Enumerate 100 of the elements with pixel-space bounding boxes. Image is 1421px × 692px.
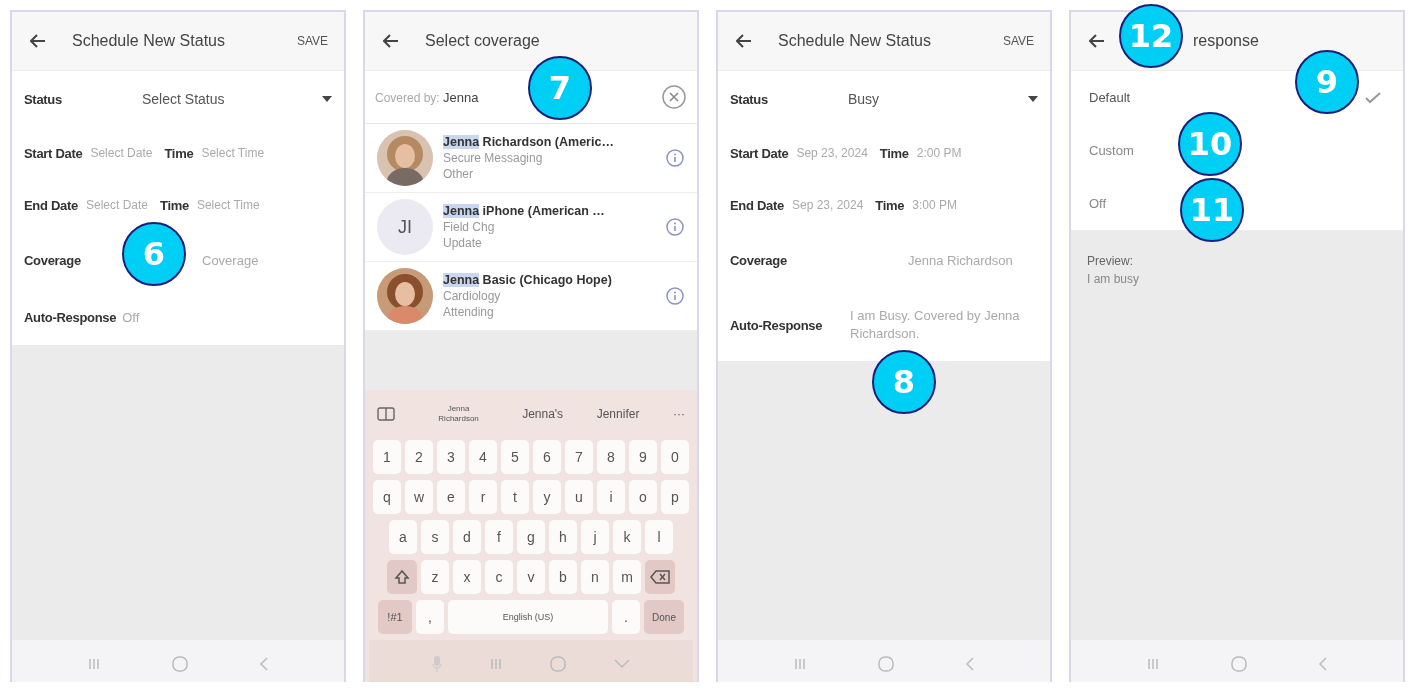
- search-field[interactable]: Covered by: Jenna: [375, 85, 479, 109]
- contact-name: Jenna iPhone (American …: [443, 204, 606, 218]
- recent-apps-icon[interactable]: [488, 657, 503, 671]
- key[interactable]: b: [549, 560, 577, 594]
- back-arrow-icon[interactable]: [383, 34, 399, 48]
- key[interactable]: h: [549, 520, 577, 554]
- key[interactable]: .: [612, 600, 640, 634]
- back-icon[interactable]: [259, 657, 269, 671]
- home-icon[interactable]: [1230, 655, 1248, 673]
- key[interactable]: z: [421, 560, 449, 594]
- contact-row[interactable]: Jenna Basic (Chicago Hope) Cardiology Attending: [365, 262, 697, 331]
- key[interactable]: w: [405, 480, 433, 514]
- key[interactable]: a: [389, 520, 417, 554]
- key[interactable]: i: [597, 480, 625, 514]
- contact-detail: Other: [443, 167, 474, 181]
- contact-detail: Secure Messaging: [443, 151, 544, 165]
- option-label[interactable]: Default: [1089, 90, 1131, 105]
- contact-row[interactable]: Jenna Richardson (Americ… Secure Messaging Other: [365, 124, 697, 193]
- key[interactable]: p: [661, 480, 689, 514]
- key[interactable]: k: [613, 520, 641, 554]
- home-icon[interactable]: [171, 655, 189, 673]
- key[interactable]: t: [501, 480, 529, 514]
- backspace-key[interactable]: [645, 560, 675, 594]
- contact-name: Jenna Richardson (Americ…: [443, 135, 615, 149]
- field-label: Status: [730, 91, 769, 107]
- recent-apps-icon[interactable]: [793, 657, 807, 671]
- field-label: Coverage: [730, 252, 788, 268]
- key[interactable]: v: [517, 560, 545, 594]
- contact-detail: Update: [443, 236, 483, 250]
- key[interactable]: 0: [661, 440, 689, 474]
- key[interactable]: 1: [373, 440, 401, 474]
- shift-key[interactable]: [387, 560, 417, 594]
- recent-apps-icon[interactable]: [87, 657, 101, 671]
- word-suggestion[interactable]: Jennifer: [596, 409, 640, 419]
- back-icon[interactable]: [965, 657, 975, 671]
- done-key[interactable]: Done: [644, 600, 684, 634]
- recent-apps-icon[interactable]: [1146, 657, 1160, 671]
- screen-title: Schedule New Status: [778, 32, 932, 50]
- status-dropdown[interactable]: Select Status: [142, 91, 322, 107]
- keyboard-toolbar-icon[interactable]: [377, 407, 395, 421]
- key[interactable]: q: [373, 480, 401, 514]
- status-dropdown[interactable]: Busy: [848, 91, 1028, 107]
- symbols-key[interactable]: !#1: [378, 600, 412, 634]
- info-icon[interactable]: [665, 148, 685, 168]
- field-label: Auto-Response: [730, 317, 824, 333]
- key[interactable]: l: [645, 520, 673, 554]
- key[interactable]: s: [421, 520, 449, 554]
- key[interactable]: 9: [629, 440, 657, 474]
- screen-title: response: [1193, 32, 1259, 50]
- key[interactable]: x: [453, 560, 481, 594]
- field-label: End Date: [730, 197, 784, 213]
- key[interactable]: 6: [533, 440, 561, 474]
- key[interactable]: j: [581, 520, 609, 554]
- option-label[interactable]: Off: [1089, 196, 1107, 211]
- key[interactable]: o: [629, 480, 657, 514]
- key[interactable]: 3: [437, 440, 465, 474]
- key[interactable]: 2: [405, 440, 433, 474]
- key[interactable]: ,: [416, 600, 444, 634]
- key[interactable]: d: [453, 520, 481, 554]
- key[interactable]: y: [533, 480, 561, 514]
- save-button[interactable]: SAVE: [998, 30, 1038, 52]
- key[interactable]: f: [485, 520, 513, 554]
- back-arrow-icon[interactable]: [30, 34, 46, 48]
- field-label: Status: [24, 91, 63, 107]
- key[interactable]: g: [517, 520, 545, 554]
- clear-icon[interactable]: [661, 84, 687, 110]
- key[interactable]: c: [485, 560, 513, 594]
- home-icon[interactable]: [877, 655, 895, 673]
- back-icon[interactable]: [1318, 657, 1328, 671]
- microphone-icon[interactable]: [432, 655, 443, 673]
- key[interactable]: n: [581, 560, 609, 594]
- home-icon[interactable]: [549, 655, 568, 673]
- hide-keyboard-icon[interactable]: [613, 659, 630, 669]
- field-label: Time: [875, 197, 905, 213]
- field-label: End Date: [24, 197, 78, 213]
- dropdown-caret-icon: [1028, 96, 1038, 102]
- info-icon[interactable]: [665, 286, 685, 306]
- space-bar[interactable]: English (US): [448, 600, 608, 634]
- option-label[interactable]: Custom: [1089, 143, 1134, 158]
- contact-row[interactable]: JI Jenna iPhone (American … Field Chg Update: [365, 193, 697, 262]
- dropdown-caret-icon: [322, 96, 332, 102]
- contact-detail: Cardiology: [443, 289, 502, 303]
- field-label: Start Date: [730, 145, 789, 161]
- avatar: JI: [377, 199, 433, 255]
- more-suggestions[interactable]: ···: [672, 409, 685, 419]
- key[interactable]: 4: [469, 440, 497, 474]
- key[interactable]: e: [437, 480, 465, 514]
- key[interactable]: m: [613, 560, 641, 594]
- key[interactable]: 5: [501, 440, 529, 474]
- word-suggestion[interactable]: Jenna Richardson: [428, 404, 489, 424]
- key[interactable]: r: [469, 480, 497, 514]
- save-button[interactable]: SAVE: [292, 30, 332, 52]
- field-label: Time: [879, 145, 909, 161]
- key[interactable]: 8: [597, 440, 625, 474]
- word-suggestion[interactable]: Jenna's: [522, 409, 564, 419]
- back-arrow-icon[interactable]: [736, 34, 752, 48]
- key[interactable]: 7: [565, 440, 593, 474]
- info-icon[interactable]: [665, 217, 685, 237]
- key[interactable]: u: [565, 480, 593, 514]
- field-label: Time: [164, 145, 194, 161]
